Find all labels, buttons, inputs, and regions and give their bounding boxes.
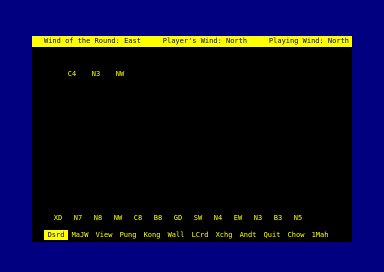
hand-tile[interactable]: N7 (68, 214, 88, 223)
hand-tile[interactable]: NW (108, 214, 128, 223)
menu-item-discard[interactable]: Dsrd (44, 230, 68, 240)
exposed-tile: NW (115, 70, 125, 78)
hand-tile[interactable]: XD (48, 214, 68, 223)
player-wind-label: Player's Wind: North (162, 37, 248, 45)
hand-tile[interactable]: SW (188, 214, 208, 223)
exposed-tile: N3 (91, 70, 101, 78)
hand-tile[interactable]: B3 (268, 214, 288, 223)
hand-tile[interactable]: N3 (248, 214, 268, 223)
menu-item-mahjong-wait[interactable]: MaJW (68, 230, 92, 240)
playing-wind-label: Playing Wind: North (268, 37, 349, 45)
hand-tile[interactable]: N4 (208, 214, 228, 223)
menu-item-pung[interactable]: Pung (116, 230, 140, 240)
hand-tile[interactable]: B8 (148, 214, 168, 223)
menu-item-chow[interactable]: Chow (284, 230, 308, 240)
menu-item-andt[interactable]: Andt (236, 230, 260, 240)
status-bar: Wind of the Round: East Player's Wind: N… (32, 36, 352, 47)
hand-tile[interactable]: EW (228, 214, 248, 223)
exposed-tile: C4 (67, 70, 77, 78)
menu-item-view[interactable]: View (92, 230, 116, 240)
menu-item-one-mahjong[interactable]: 1Mah (308, 230, 332, 240)
round-wind-label: Wind of the Round: East (44, 37, 141, 45)
menu-item-kong[interactable]: Kong (140, 230, 164, 240)
menu-item-quit[interactable]: Quit (260, 230, 284, 240)
game-screen: Wind of the Round: East Player's Wind: N… (32, 36, 352, 242)
exposed-tiles: C4 N3 NW (60, 70, 132, 79)
hand-tile[interactable]: N5 (288, 214, 308, 223)
menu-item-last-card[interactable]: LCrd (188, 230, 212, 240)
hand-tile[interactable]: GD (168, 214, 188, 223)
menu-item-exchange[interactable]: Xchg (212, 230, 236, 240)
command-menu: Dsrd MaJW View Pung Kong Wall LCrd Xchg … (44, 230, 332, 240)
hand-tile[interactable]: C8 (128, 214, 148, 223)
hand-tile[interactable]: N8 (88, 214, 108, 223)
player-hand: XD N7 N8 NW C8 B8 GD SW N4 EW N3 B3 N5 (48, 214, 308, 223)
menu-item-wall[interactable]: Wall (164, 230, 188, 240)
